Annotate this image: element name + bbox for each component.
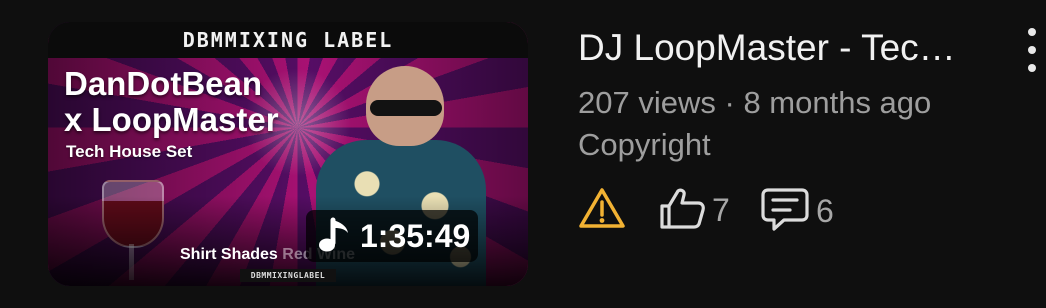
warning-icon (578, 186, 626, 235)
like-button[interactable]: 7 (658, 186, 730, 235)
music-note-icon (318, 216, 352, 256)
thumbnail-top-banner: DBMMIXING LABEL (48, 22, 528, 58)
thumbnail-title-line2: x LoopMaster (64, 101, 279, 138)
copyright-warning-button[interactable] (578, 186, 626, 235)
upload-age: 8 months ago (743, 85, 932, 120)
video-status: Copyright (578, 127, 711, 162)
thumbnail-subtitle: Tech House Set (66, 142, 193, 161)
comment-icon (760, 186, 810, 237)
like-count: 7 (712, 192, 730, 228)
thumbnail-title-line1: DanDotBean (64, 65, 263, 102)
comment-count: 6 (816, 193, 834, 229)
thumbs-up-icon (658, 186, 706, 235)
view-count: 207 views (578, 85, 716, 120)
comments-button[interactable]: 6 (760, 186, 834, 237)
menu-dot (1028, 64, 1036, 72)
dj-figure-glasses (370, 100, 442, 116)
video-title[interactable]: DJ LoopMaster - Tec… (578, 26, 998, 70)
menu-dot (1028, 46, 1036, 54)
video-thumbnail[interactable]: DBMMIXING LABEL DanDotBean x LoopMaster … (48, 22, 528, 286)
menu-dot (1028, 28, 1036, 36)
duration-text: 1:35:49 (360, 217, 471, 254)
meta-separator: · (724, 85, 735, 120)
thumbnail-tags-main: Shirt Shades (180, 246, 278, 263)
duration-badge: 1:35:49 (306, 210, 479, 262)
thumbnail-mini-label: DBMMIXINGLABEL (240, 269, 336, 282)
video-meta: 207 views · 8 months ago (578, 84, 931, 122)
video-row[interactable]: DBMMIXING LABEL DanDotBean x LoopMaster … (0, 0, 1046, 308)
more-vertical-icon[interactable] (1020, 28, 1044, 72)
